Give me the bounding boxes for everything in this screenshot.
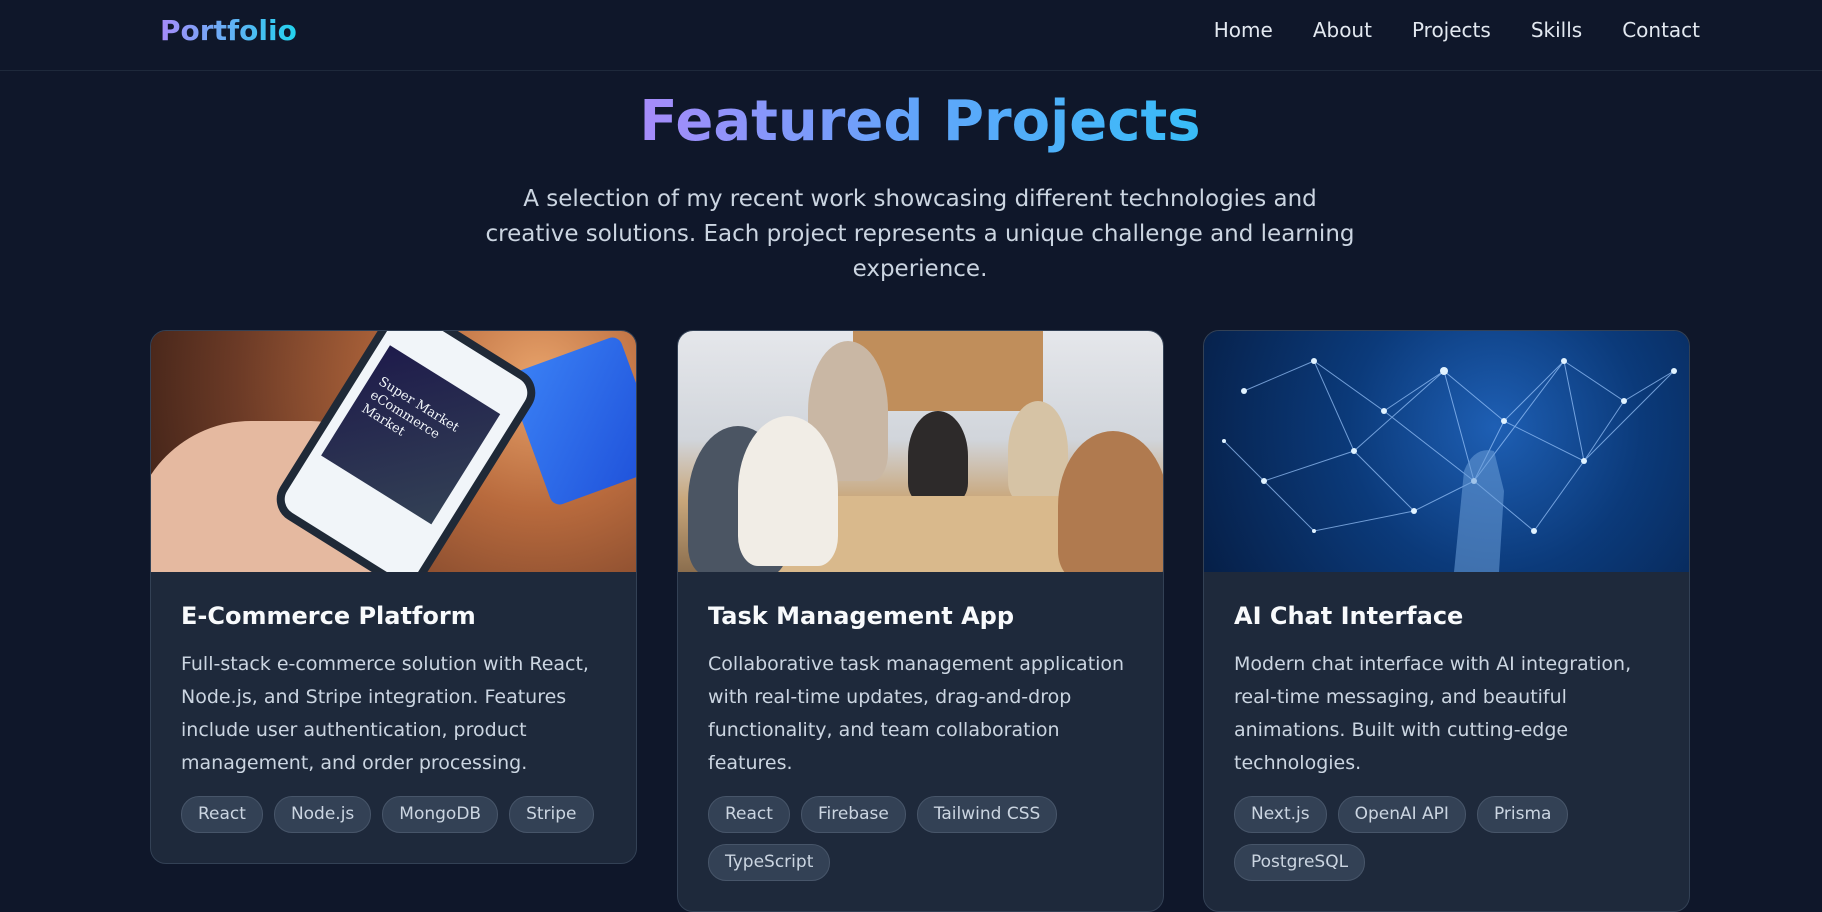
phone-screen: Super Market eCommerce Market [321, 345, 501, 525]
project-image-task-management [678, 331, 1163, 572]
neural-network-graphic [1222, 358, 1677, 572]
project-title: E-Commerce Platform [181, 602, 476, 630]
card-body: Task Management App Collaborative task m… [678, 572, 1163, 911]
tech-tag: React [708, 796, 790, 833]
tech-tag: Tailwind CSS [916, 796, 1058, 833]
card-body: AI Chat Interface Modern chat interface … [1204, 572, 1689, 911]
project-image-ai-chat [1204, 331, 1689, 572]
nav-links: Home About Projects Skills Contact [1214, 18, 1700, 42]
tech-tag: Stripe [509, 796, 594, 833]
tech-tag: OpenAI API [1337, 796, 1466, 833]
project-description: Full-stack e-commerce solution with Reac… [181, 653, 589, 774]
top-navbar: Portfolio Home About Projects Skills Con… [0, 0, 1822, 71]
tech-tag: Firebase [800, 796, 906, 833]
logo[interactable]: Portfolio [160, 14, 297, 47]
tech-tag: TypeScript [708, 844, 831, 881]
project-title: Task Management App [708, 602, 1015, 630]
tech-tag: MongoDB [382, 796, 499, 833]
nav-link-about[interactable]: About [1313, 18, 1372, 42]
tech-tag: React [181, 796, 263, 833]
page-title-text: Featured Projects [639, 89, 1201, 154]
tech-tags: React Node.js MongoDB Stripe [181, 796, 606, 833]
tech-tag: Next.js [1234, 796, 1327, 833]
tech-tag: Prisma [1476, 796, 1569, 833]
project-image-ecommerce: Super Market eCommerce Market [151, 331, 636, 572]
project-description: Collaborative task management applicatio… [708, 653, 1125, 774]
tech-tags: React Firebase Tailwind CSS TypeScript [708, 796, 1133, 881]
project-description: Modern chat interface with AI integratio… [1234, 653, 1632, 774]
project-card-ecommerce[interactable]: Super Market eCommerce Market E-Commerce… [150, 330, 637, 864]
card-body: E-Commerce Platform Full-stack e-commerc… [151, 572, 636, 863]
project-title: AI Chat Interface [1234, 602, 1464, 630]
phone-screen-text: Super Market eCommerce Market [358, 374, 462, 443]
page-subtitle: A selection of my recent work showcasing… [485, 186, 1355, 282]
tech-tags: Next.js OpenAI API Prisma PostgreSQL [1234, 796, 1659, 881]
tech-tag: PostgreSQL [1234, 844, 1366, 881]
person-graphic [908, 411, 968, 501]
project-card-task-management[interactable]: Task Management App Collaborative task m… [677, 330, 1164, 912]
nav-link-home[interactable]: Home [1214, 18, 1273, 42]
project-card-ai-chat[interactable]: AI Chat Interface Modern chat interface … [1203, 330, 1690, 912]
page-title: Featured Projects [0, 86, 1822, 158]
person-graphic [1058, 431, 1163, 572]
person-graphic [738, 416, 838, 566]
nav-link-contact[interactable]: Contact [1622, 18, 1700, 42]
nav-link-projects[interactable]: Projects [1412, 18, 1491, 42]
tech-tag: Node.js [273, 796, 372, 833]
nav-link-skills[interactable]: Skills [1531, 18, 1582, 42]
credit-card-graphic [505, 334, 636, 508]
